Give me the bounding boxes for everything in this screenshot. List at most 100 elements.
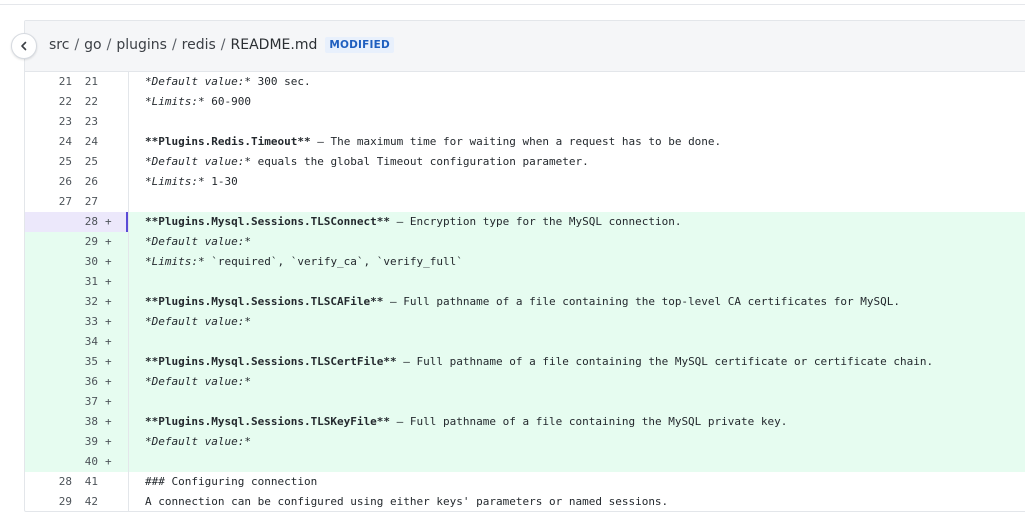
breadcrumb-separator: / — [106, 37, 112, 53]
code-text: **Plugins.Mysql.Sessions.TLSCertFile** — [145, 355, 397, 368]
diff-line-context[interactable]: 23 23 — [25, 112, 1025, 132]
code-text: `required`, `verify_ca`, `verify_full` — [204, 255, 463, 268]
code-text: 60-900 — [204, 95, 251, 108]
file-name: README.md — [230, 37, 318, 53]
line-content: *Limits:* 1-30 — [145, 172, 1025, 192]
diff-line-added[interactable]: 28 + **Plugins.Mysql.Sessions.TLSConnect**… — [25, 212, 1025, 232]
new-line-number[interactable]: 40 — [80, 452, 98, 472]
added-sign: + — [105, 215, 112, 228]
new-line-number[interactable]: 41 — [80, 472, 98, 492]
diff-line-context[interactable]: 24 24 **Plugins.Redis.Timeout** — The maxi… — [25, 132, 1025, 152]
new-line-number[interactable]: 35 — [80, 352, 98, 372]
code-text: — Full pathname of a file containing the… — [383, 295, 900, 308]
diff-line-context[interactable]: 26 26 *Limits:* 1-30 — [25, 172, 1025, 192]
old-line-number[interactable]: 21 — [54, 72, 72, 92]
line-gutter: 32 + — [25, 292, 129, 312]
breadcrumb-separator: / — [171, 37, 177, 53]
code-text: *Default value:* — [145, 235, 251, 248]
line-gutter: 27 27 — [25, 192, 129, 212]
diff-line-added[interactable]: 36 + *Default value:* — [25, 372, 1025, 392]
code-text: *Default value:* — [145, 435, 251, 448]
breadcrumb-segment[interactable]: plugins — [116, 37, 167, 53]
new-line-number[interactable]: 37 — [80, 392, 98, 412]
line-content: *Default value:* — [145, 232, 1025, 252]
diff-line-context[interactable]: 28 41 ### Configuring connection — [25, 472, 1025, 492]
new-line-number[interactable]: 29 — [80, 232, 98, 252]
line-gutter: 25 25 — [25, 152, 129, 172]
new-line-number[interactable]: 42 — [80, 492, 98, 511]
old-line-number[interactable]: 25 — [54, 152, 72, 172]
line-gutter: 23 23 — [25, 112, 129, 132]
chevron-left-icon — [21, 41, 27, 51]
code-text: 300 sec. — [250, 75, 311, 88]
old-line-number[interactable]: 29 — [54, 492, 72, 511]
diff-line-added[interactable]: 40 + — [25, 452, 1025, 472]
diff-line-context[interactable]: 27 27 — [25, 192, 1025, 212]
diff-line-added[interactable]: 34 + — [25, 332, 1025, 352]
code-text: — The maximum time for waiting when a re… — [310, 135, 722, 148]
code-text: 1-30 — [204, 175, 238, 188]
old-line-number[interactable]: 28 — [54, 472, 72, 492]
line-gutter: 26 26 — [25, 172, 129, 192]
new-line-number[interactable]: 32 — [80, 292, 98, 312]
diff-line-context[interactable]: 29 42 A connection can be configured using… — [25, 492, 1025, 511]
code-text: — Full pathname of a file containing the… — [390, 415, 788, 428]
old-line-number[interactable]: 22 — [54, 92, 72, 112]
new-line-number[interactable]: 30 — [80, 252, 98, 272]
new-line-number[interactable]: 33 — [80, 312, 98, 332]
new-line-number[interactable]: 23 — [80, 112, 98, 132]
new-line-number[interactable]: 39 — [80, 432, 98, 452]
line-content: *Limits:* 60-900 — [145, 92, 1025, 112]
new-line-number[interactable]: 36 — [80, 372, 98, 392]
new-line-number[interactable]: 27 — [80, 192, 98, 212]
line-gutter: 22 22 — [25, 92, 129, 112]
line-gutter: 33 + — [25, 312, 129, 332]
new-line-number[interactable]: 31 — [80, 272, 98, 292]
diff-line-context[interactable]: 22 22 *Limits:* 60-900 — [25, 92, 1025, 112]
added-sign: + — [105, 435, 112, 448]
line-gutter: 35 + — [25, 352, 129, 372]
breadcrumb-segment[interactable]: redis — [182, 37, 216, 53]
diff-line-added[interactable]: 31 + — [25, 272, 1025, 292]
old-line-number[interactable]: 26 — [54, 172, 72, 192]
diff-line-added[interactable]: 39 + *Default value:* — [25, 432, 1025, 452]
new-line-number[interactable]: 21 — [80, 72, 98, 92]
added-sign: + — [105, 295, 112, 308]
diff-line-context[interactable]: 25 25 *Default value:* equals the global T… — [25, 152, 1025, 172]
diff-line-added[interactable]: 29 + *Default value:* — [25, 232, 1025, 252]
code-text: *Default value:* — [145, 155, 251, 168]
code-text: *Default value:* — [145, 315, 251, 328]
code-text: *Limits:* — [145, 255, 205, 268]
new-line-number[interactable]: 38 — [80, 412, 98, 432]
old-line-number[interactable]: 24 — [54, 132, 72, 152]
line-gutter: 34 + — [25, 332, 129, 352]
diff-line-added[interactable]: 35 + **Plugins.Mysql.Sessions.TLSCertFile*… — [25, 352, 1025, 372]
code-text: — Encryption type for the MySQL connecti… — [390, 215, 682, 228]
old-line-number[interactable]: 23 — [54, 112, 72, 132]
new-line-number[interactable]: 26 — [80, 172, 98, 192]
top-divider — [0, 4, 1025, 5]
back-button[interactable] — [11, 33, 37, 59]
diff-line-context[interactable]: 21 21 *Default value:* 300 sec. — [25, 72, 1025, 92]
new-line-number[interactable]: 22 — [80, 92, 98, 112]
diff-line-added[interactable]: 32 + **Plugins.Mysql.Sessions.TLSCAFile** … — [25, 292, 1025, 312]
new-line-number[interactable]: 24 — [80, 132, 98, 152]
line-gutter: 36 + — [25, 372, 129, 392]
breadcrumb-separator: / — [220, 37, 226, 53]
diff-line-added[interactable]: 30 + *Limits:* `required`, `verify_ca`, `v… — [25, 252, 1025, 272]
added-sign: + — [105, 335, 112, 348]
line-gutter: 31 + — [25, 272, 129, 292]
diff-line-added[interactable]: 33 + *Default value:* — [25, 312, 1025, 332]
breadcrumb-segment[interactable]: src — [49, 37, 69, 53]
diff-line-added[interactable]: 38 + **Plugins.Mysql.Sessions.TLSKeyFile**… — [25, 412, 1025, 432]
diff-line-added[interactable]: 37 + — [25, 392, 1025, 412]
code-text: **Plugins.Mysql.Sessions.TLSKeyFile** — [145, 415, 391, 428]
line-gutter: 28 + — [25, 212, 129, 232]
new-line-number[interactable]: 34 — [80, 332, 98, 352]
line-gutter: 30 + — [25, 252, 129, 272]
new-line-number[interactable]: 25 — [80, 152, 98, 172]
old-line-number[interactable]: 27 — [54, 192, 72, 212]
breadcrumb-segment[interactable]: go — [84, 37, 101, 53]
new-line-number[interactable]: 28 — [80, 212, 98, 232]
diff-panel: src / go / plugins / redis / README.md M… — [24, 20, 1025, 512]
